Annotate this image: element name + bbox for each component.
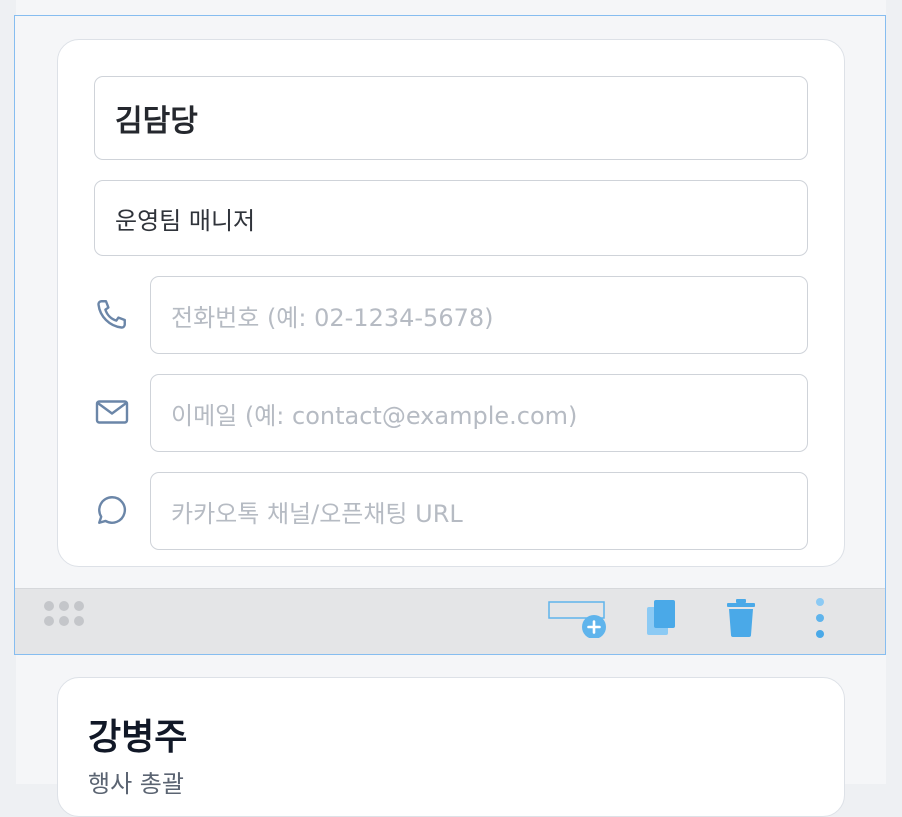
copy-icon[interactable]	[638, 594, 684, 642]
contact-title: 행사 총괄	[88, 770, 184, 798]
chat-bubble-icon	[92, 490, 132, 530]
name-input[interactable]: 김담당	[94, 76, 808, 160]
more-vertical-icon[interactable]	[806, 594, 834, 642]
phone-input[interactable]: 전화번호 (예: 02-1234-5678)	[150, 276, 808, 354]
job-title-input[interactable]: 운영팀 매니저	[94, 180, 808, 256]
phone-icon	[92, 294, 132, 334]
add-block-icon[interactable]	[540, 594, 610, 642]
contact-name: 강병주	[88, 717, 188, 758]
kakao-url-input[interactable]: 카카오톡 채널/오픈채팅 URL	[150, 472, 808, 550]
trash-icon[interactable]	[718, 594, 764, 642]
mail-icon	[92, 392, 132, 432]
drag-handle-icon[interactable]	[42, 600, 86, 630]
email-input[interactable]: 이메일 (예: contact@example.com)	[150, 374, 808, 452]
